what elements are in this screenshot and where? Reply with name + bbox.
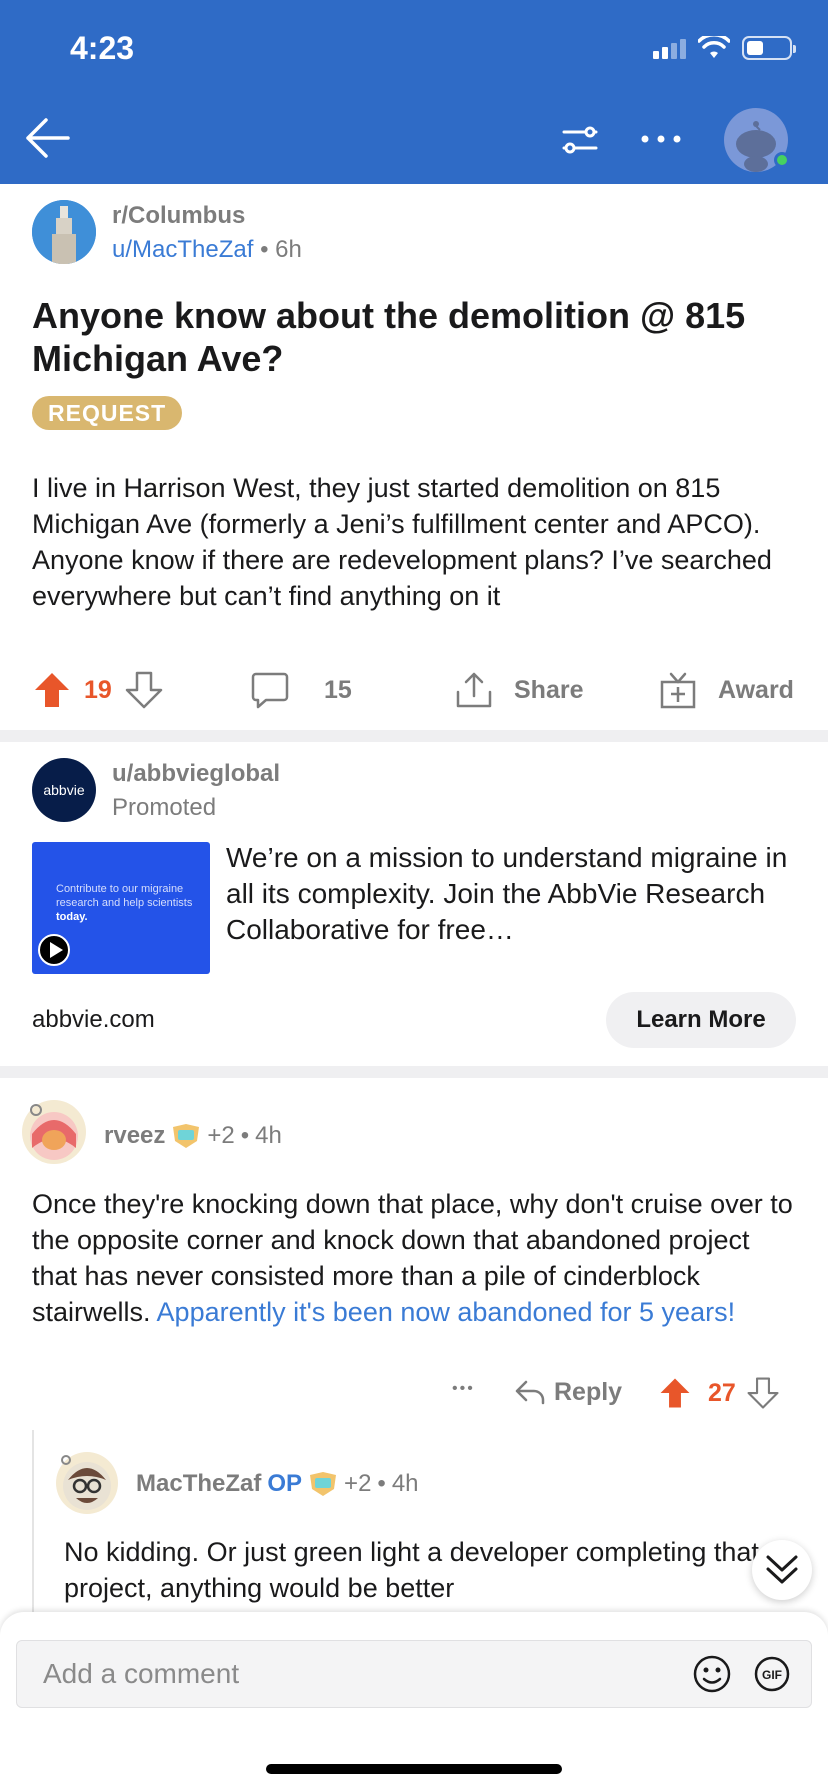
award-button[interactable]: Award [658, 670, 794, 710]
comment-count: 15 [324, 675, 352, 704]
learn-more-button[interactable]: Learn More [606, 992, 796, 1048]
comment-score: 27 [708, 1378, 736, 1407]
downvote-icon[interactable] [746, 1376, 780, 1410]
post-age: 6h [275, 236, 302, 263]
award-count: +2 [207, 1122, 235, 1149]
comment-more-button[interactable]: ••• [452, 1380, 475, 1398]
subreddit-icon[interactable] [32, 200, 96, 264]
share-label: Share [514, 675, 584, 704]
post-byline: u/MacTheZaf • 6h [112, 236, 302, 264]
status-time: 4:23 [70, 30, 135, 66]
emoji-button[interactable] [692, 1654, 732, 1694]
collapse-thread-button[interactable] [752, 1540, 812, 1600]
svg-text:GIF: GIF [762, 1668, 782, 1682]
smiley-icon [693, 1655, 731, 1693]
comment-action-bar: ••• Reply 27 [0, 1372, 828, 1420]
reply-arrow-icon [515, 1380, 545, 1405]
reply-label: Reply [554, 1377, 623, 1406]
double-chevron-down-icon [766, 1555, 798, 1584]
play-icon[interactable] [38, 934, 70, 966]
post-title: Anyone know about the demolition @ 815 M… [32, 295, 746, 379]
status-indicators [653, 36, 796, 60]
promoted-label: Promoted [112, 794, 217, 821]
promoted-post: abbvie u/abbvieglobal Promoted Contribut… [0, 742, 828, 1062]
post-flair[interactable]: REQUEST [32, 396, 183, 430]
comment-age: 4h [391, 1470, 419, 1497]
gift-icon [660, 672, 696, 709]
thread-line [32, 1430, 34, 1620]
ad-thumbnail-text: Contribute to our migraine research and … [56, 883, 193, 923]
commenter-avatar[interactable] [22, 1100, 86, 1164]
top-app-bar: 4:23 [0, 0, 828, 184]
subreddit-name[interactable]: r/Columbus [112, 202, 245, 230]
ad-domain[interactable]: abbvie.com [32, 1006, 155, 1034]
advertiser-user[interactable]: u/abbvieglobal [112, 760, 280, 788]
sort-filter-button[interactable] [560, 120, 600, 160]
comment-username[interactable]: MacTheZaf [136, 1470, 261, 1498]
online-status-dot [774, 152, 790, 168]
award-badge-icon [310, 1472, 337, 1496]
section-divider [0, 730, 828, 742]
section-divider [0, 1066, 828, 1078]
award-label: Award [718, 675, 794, 704]
comment-link[interactable]: Apparently it's been now abandoned for 5… [157, 1297, 736, 1327]
share-icon [456, 672, 492, 708]
award-badge-icon [173, 1124, 200, 1148]
comments-button[interactable]: 15 [250, 670, 352, 710]
post-action-bar: 19 15 Share Award [0, 664, 828, 720]
comment-header: MacTheZaf OP +2 • 4h [136, 1470, 419, 1498]
back-button[interactable] [22, 112, 74, 164]
comment-age: 4h [255, 1122, 282, 1149]
share-button[interactable]: Share [454, 670, 583, 710]
post-author[interactable]: u/MacTheZaf [112, 236, 253, 263]
award-count: +2 [344, 1470, 372, 1497]
op-badge: OP [267, 1470, 303, 1497]
comment-body: Once they're knocking down that place, w… [32, 1189, 793, 1327]
comment-vote-control: 27 [658, 1376, 780, 1410]
commenter-avatar[interactable] [56, 1452, 118, 1514]
comment-username[interactable]: rveez [104, 1122, 165, 1150]
advertiser-logo[interactable]: abbvie [32, 758, 96, 822]
downvote-icon[interactable] [124, 670, 164, 710]
arrow-left-icon [26, 118, 70, 158]
upvote-icon[interactable] [32, 670, 72, 710]
signal-icon [653, 37, 686, 59]
ad-headline[interactable]: We’re on a mission to understand migrain… [226, 840, 796, 948]
battery-icon [742, 36, 796, 60]
vote-control: 19 [32, 670, 164, 710]
comment-header: rveez +2 • 4h [104, 1122, 282, 1150]
gif-icon: GIF [754, 1656, 790, 1692]
home-indicator [266, 1764, 562, 1774]
comment-bubble-icon [251, 672, 289, 709]
ad-video-thumbnail[interactable]: Contribute to our migraine research and … [32, 842, 210, 974]
reply-button[interactable]: Reply [514, 1376, 622, 1408]
upvote-icon[interactable] [658, 1376, 692, 1410]
comment-composer: GIF [0, 1612, 828, 1792]
byline-separator: • [260, 236, 269, 263]
wifi-icon [698, 36, 730, 58]
comment-separator: • [240, 1122, 250, 1149]
sliders-icon [562, 126, 598, 154]
more-options-button[interactable] [638, 124, 684, 154]
ellipsis-icon [641, 135, 681, 143]
user-avatar-button[interactable] [724, 108, 790, 172]
post-body: I live in Harrison West, they just start… [32, 473, 772, 611]
comment-body: No kidding. Or just green light a develo… [64, 1537, 759, 1603]
gif-button[interactable]: GIF [754, 1656, 790, 1692]
comment-separator: • [377, 1470, 386, 1497]
upvote-count: 19 [84, 675, 112, 704]
